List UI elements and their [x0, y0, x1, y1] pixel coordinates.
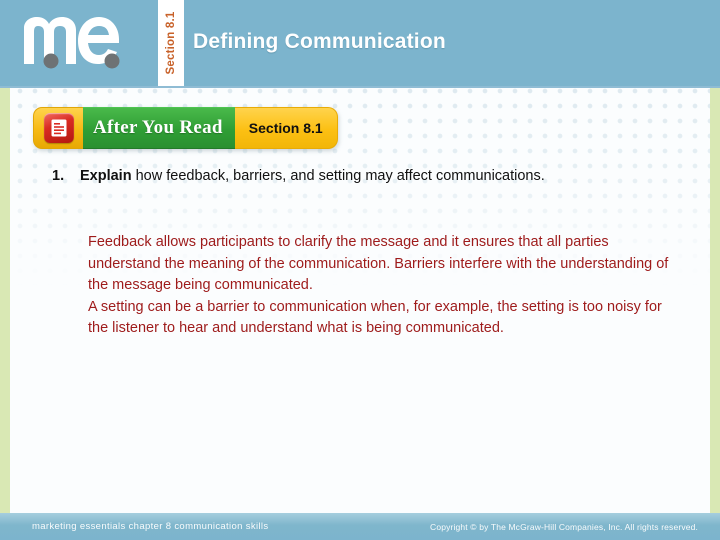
status-badge: Section 8.1 [248, 120, 323, 136]
question-body: how feedback, barriers, and setting may … [131, 168, 545, 184]
question-number: 1. [52, 168, 65, 184]
question-lead-word: Explain [80, 168, 132, 184]
document-lines-icon [43, 113, 74, 143]
page-title: Defining Communication [193, 30, 446, 53]
slide: Section 8.1 Defining Communication After… [0, 0, 720, 540]
answer-block: Feedback allows participants to clarify … [88, 232, 678, 340]
left-edge-strip-lower [0, 500, 10, 513]
section-side-tab: Section 8.1 [158, 0, 184, 86]
banner-green-section: After You Read [83, 107, 235, 149]
banner-icon-container [33, 107, 83, 149]
answer-paragraph-2: A setting can be a barrier to communicat… [88, 298, 662, 337]
question-text: Explain how feedback, barriers, and sett… [80, 166, 545, 186]
left-edge-strip [0, 88, 10, 513]
right-edge-strip [710, 88, 720, 513]
answer-paragraph-1: Feedback allows participants to clarify … [88, 234, 669, 293]
after-you-read-label: After You Read [93, 117, 223, 138]
section-side-tab-label: Section 8.1 [165, 11, 177, 75]
me-marketing-essentials-logo [18, 8, 146, 78]
footer-copyright: Copyright © by The McGraw-Hill Companies… [430, 521, 698, 532]
slide-header: Section 8.1 Defining Communication [0, 0, 720, 86]
footer-breadcrumb: marketing essentials chapter 8 communica… [32, 521, 269, 532]
after-you-read-banner: After You Read Section 8.1 [33, 107, 338, 149]
right-edge-strip-lower [710, 500, 720, 513]
banner-section-badge: Section 8.1 [234, 107, 338, 149]
slide-footer: marketing essentials chapter 8 communica… [0, 513, 720, 540]
question-item: 1. Explain how feedback, barriers, and s… [52, 166, 652, 186]
